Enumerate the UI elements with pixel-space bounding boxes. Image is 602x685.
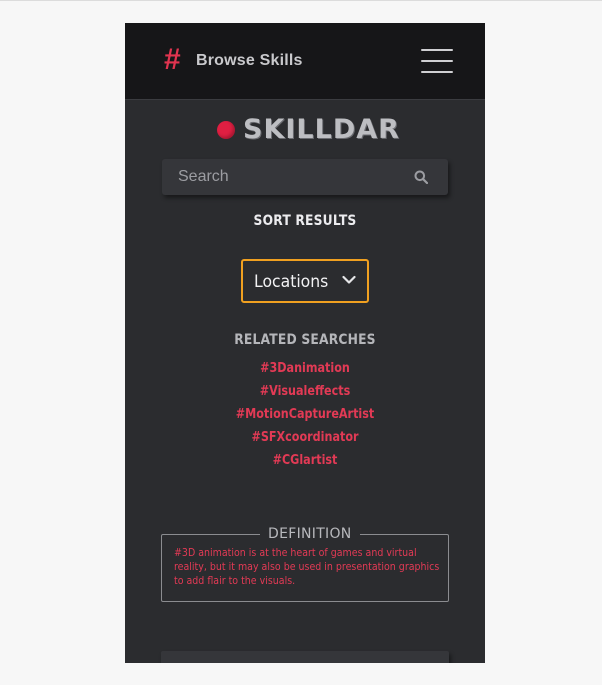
related-search-link[interactable]: #MotionCaptureArtist [150, 406, 460, 429]
app-screen: # Browse Skills SKILLDAR SORT RESULTS Lo… [125, 23, 485, 663]
sort-select-value: Locations [254, 272, 329, 292]
logo-text: SKILLDAR [243, 114, 400, 145]
definition-text: #3D animation is at the heart of games a… [174, 546, 440, 587]
logo-dot-icon [217, 121, 235, 139]
related-searches-heading: RELATED SEARCHES [234, 332, 376, 348]
related-searches-list: #3Danimation #Visualeffects #MotionCaptu… [125, 360, 485, 475]
search-bar [162, 159, 448, 195]
menu-bar-icon [421, 71, 453, 73]
header-title: Browse Skills [196, 52, 303, 69]
related-search-link[interactable]: #Visualeffects [150, 383, 460, 406]
related-search-link[interactable]: #3Danimation [150, 360, 460, 383]
related-search-link[interactable]: #CGlartist [150, 452, 460, 475]
hash-icon: # [164, 43, 181, 76]
definition-box: DEFINITION #3D animation is at the heart… [161, 525, 449, 602]
chevron-down-icon [342, 275, 356, 284]
top-divider [0, 0, 602, 1]
search-input[interactable] [162, 159, 408, 195]
hamburger-menu-button[interactable] [421, 49, 453, 75]
app-header: # Browse Skills [125, 23, 485, 100]
result-card[interactable] [161, 651, 449, 663]
sort-select[interactable]: Locations [241, 259, 369, 303]
sort-results-heading: SORT RESULTS [253, 213, 357, 229]
definition-legend: DEFINITION [260, 525, 360, 543]
skilldar-logo[interactable]: SKILLDAR [217, 114, 400, 145]
menu-bar-icon [421, 49, 453, 51]
related-search-link[interactable]: #SFXcoordinator [150, 429, 460, 452]
search-icon[interactable] [414, 170, 428, 184]
menu-bar-icon [421, 60, 453, 62]
